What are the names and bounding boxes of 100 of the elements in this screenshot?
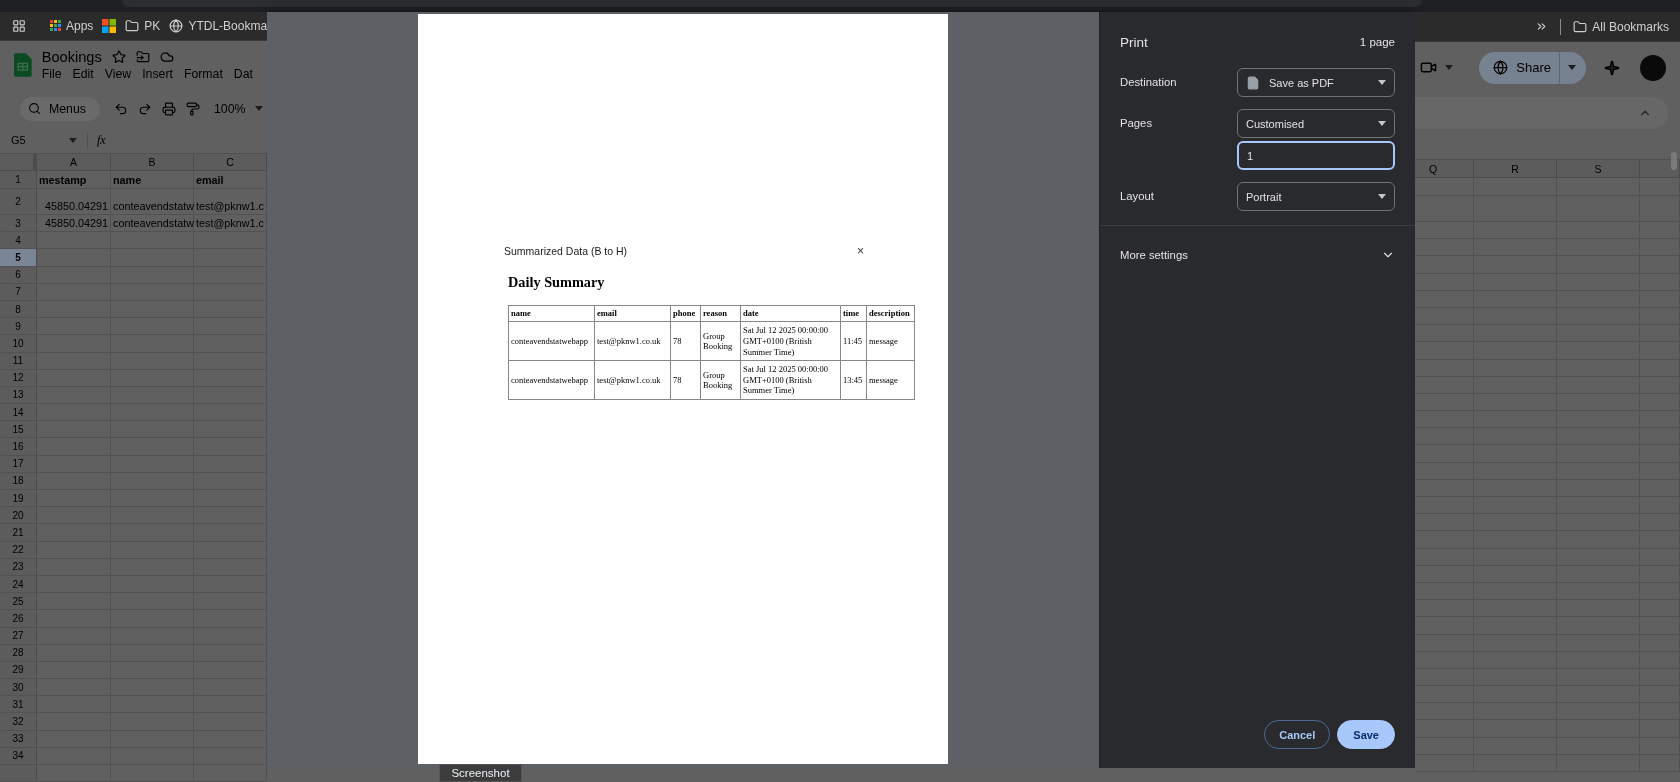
cell-text: email: [196, 174, 224, 186]
row-header[interactable]: 9: [0, 318, 37, 335]
pages-input-field[interactable]: 1: [1237, 141, 1395, 170]
table-header: phone: [670, 305, 701, 322]
table-header: email: [594, 305, 671, 322]
setting-select[interactable]: Save as PDF: [1237, 68, 1395, 97]
more-settings-toggle[interactable]: More settings: [1100, 226, 1415, 262]
setting-select[interactable]: Customised: [1237, 109, 1395, 138]
grid-cell[interactable]: 45850.04291: [37, 189, 111, 214]
row-header[interactable]: 19: [0, 490, 37, 507]
table-header: date: [740, 305, 841, 322]
row-header[interactable]: 32: [0, 713, 37, 730]
row-header[interactable]: 30: [0, 679, 37, 696]
table-cell: 78: [670, 360, 701, 400]
grid-cell[interactable]: conteavendstatw: [111, 189, 194, 214]
column-header[interactable]: B: [111, 153, 194, 170]
search-icon: [28, 102, 41, 116]
globe-icon: [1493, 60, 1509, 75]
grid-cell[interactable]: name: [111, 171, 194, 188]
move-folder-icon[interactable]: [135, 50, 150, 65]
table-cell: Sat Jul 12 2025 00:00:00 GMT+0100 (British Summer Time): [740, 360, 841, 400]
star-icon[interactable]: [111, 50, 126, 65]
row-header[interactable]: 2: [0, 189, 37, 214]
row-header[interactable]: 5: [0, 249, 37, 266]
cell-text: conteavendstatw: [113, 200, 195, 212]
row-header[interactable]: 4: [0, 232, 37, 249]
row-header[interactable]: 15: [0, 421, 37, 438]
column-header[interactable]: Q: [1428, 162, 1438, 175]
table-cell: Sat Jul 12 2025 00:00:00 GMT+0100 (British Summer Time): [740, 321, 841, 361]
row-header[interactable]: 21: [0, 524, 37, 541]
menu-item[interactable]: Edit: [72, 67, 94, 82]
bookmark-folder[interactable]: PK: [125, 18, 161, 33]
row-header[interactable]: 26: [0, 610, 37, 627]
avatar[interactable]: [1640, 54, 1666, 81]
row-header[interactable]: 20: [0, 507, 37, 524]
print-title: Print: [1120, 34, 1148, 50]
column-header[interactable]: S: [1594, 162, 1602, 175]
table-cell: message: [866, 360, 915, 400]
share-button[interactable]: Share: [1479, 51, 1586, 84]
folder-icon: [1573, 19, 1588, 34]
table-header: name: [508, 305, 595, 322]
column-header[interactable]: R: [1511, 162, 1519, 175]
cell-text: mestamp: [39, 174, 87, 186]
save-button[interactable]: Save: [1337, 720, 1395, 749]
bookmark-link[interactable]: YTDL-Bookma: [169, 18, 267, 33]
table-cell: 78: [670, 321, 701, 361]
globe-icon: [169, 18, 184, 33]
paint-roller-icon[interactable]: [186, 101, 200, 116]
cell-text: 45850.04291: [44, 200, 108, 212]
row-header[interactable]: 14: [0, 404, 37, 421]
table-cell: 13:45: [840, 360, 867, 400]
caret-icon: [255, 106, 264, 112]
folder-icon: [125, 18, 140, 33]
setting-select[interactable]: Portrait: [1237, 182, 1395, 211]
undo-icon[interactable]: [114, 101, 128, 116]
menu-item[interactable]: File: [41, 67, 62, 82]
scrollbar-thumb[interactable]: [1671, 152, 1677, 170]
bookmark-folder[interactable]: All Bookmarks: [1573, 19, 1669, 34]
row-header[interactable]: 16: [0, 438, 37, 455]
menu-item[interactable]: Format: [183, 67, 223, 82]
caret-icon: [1378, 80, 1386, 85]
caret-icon: [1445, 65, 1454, 70]
apps-grid-icon[interactable]: [12, 18, 26, 33]
row-header[interactable]: 1: [0, 171, 37, 188]
sheets-logo-icon[interactable]: [14, 51, 32, 80]
name-box[interactable]: G5: [11, 134, 77, 147]
table-header: reason: [700, 305, 741, 322]
grid-cell[interactable]: mestamp: [37, 171, 111, 188]
zoom-select[interactable]: 100%: [214, 101, 246, 116]
setting-label: Layout: [1120, 189, 1155, 204]
print-icon[interactable]: [162, 101, 176, 116]
tooltip: Screenshot: [439, 764, 522, 782]
redo-icon[interactable]: [138, 101, 152, 116]
table-cell: test@pknw1.co.uk: [594, 321, 671, 361]
column-header[interactable]: A: [37, 153, 111, 170]
menu-item[interactable]: Insert: [142, 67, 173, 82]
menu-search-field[interactable]: Menus: [20, 96, 100, 121]
bookmark-link[interactable]: Apps: [50, 18, 94, 33]
table-cell: test@pknw1.co.uk: [594, 360, 671, 400]
table-header: description: [866, 305, 915, 322]
document-title[interactable]: Bookings: [41, 49, 102, 66]
row-header[interactable]: 25: [0, 593, 37, 610]
row-header[interactable]: 10: [0, 335, 37, 352]
cell-text: 45850.04291: [44, 217, 108, 230]
table-header: time: [840, 305, 867, 322]
formula-label: fx: [87, 132, 106, 148]
caret-icon: [1378, 194, 1386, 199]
row-header[interactable]: 31: [0, 696, 37, 713]
cloud-icon[interactable]: [159, 50, 174, 65]
row-header[interactable]: 3: [0, 215, 37, 232]
caret-icon: [69, 137, 77, 143]
menu-item[interactable]: View: [104, 67, 132, 82]
tiles-icon[interactable]: [102, 18, 117, 33]
caret-icon: [1378, 121, 1386, 126]
grid-cell[interactable]: conteavendstatw: [111, 215, 194, 232]
grid-cell[interactable]: 45850.04291: [37, 215, 111, 232]
sparkle-icon[interactable]: [1604, 59, 1620, 76]
table-cell: 11:45: [840, 321, 867, 361]
summary-heading: Daily Summary: [508, 274, 606, 291]
menu-item[interactable]: Dat: [233, 67, 253, 82]
